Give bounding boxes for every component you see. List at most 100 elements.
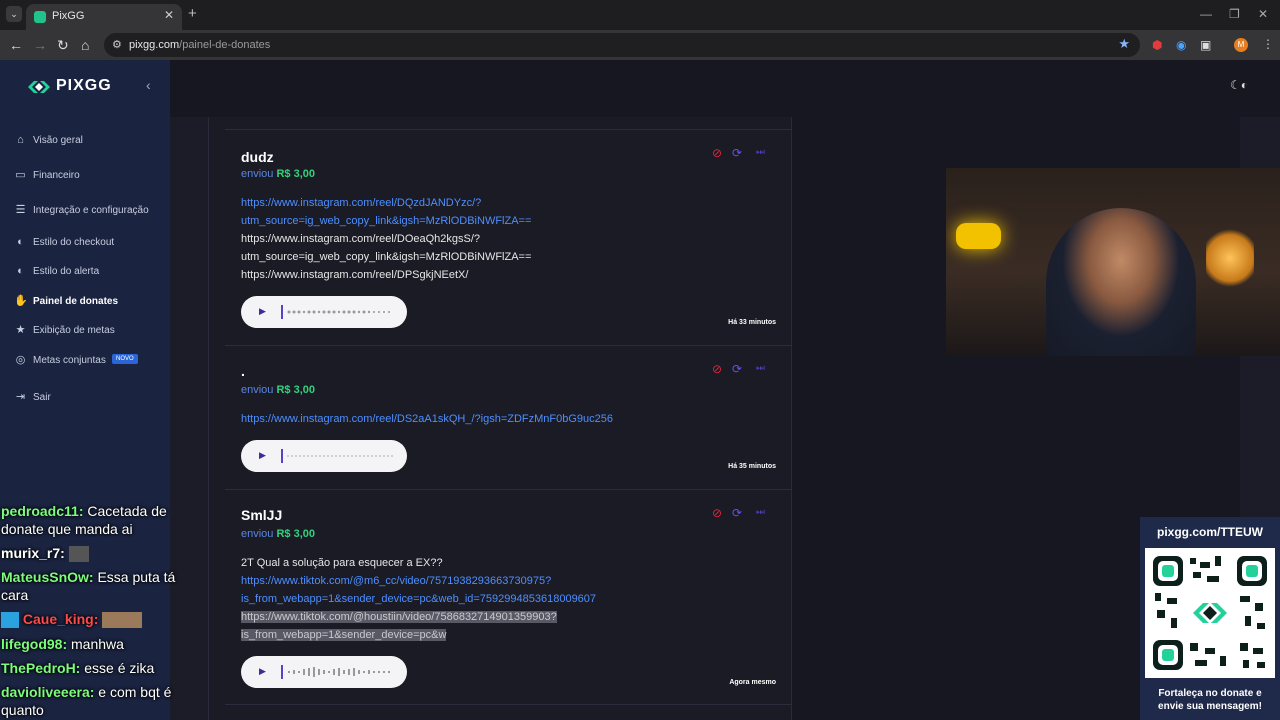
sidebar-item-visao-geral[interactable]: ⌂ Visão geral [14,131,164,151]
cta-line: envie sua mensagem! [1158,701,1262,712]
browser-tab[interactable]: PixGG ✕ [26,4,182,30]
sidebar-item-sair[interactable]: ⇥ Sair [14,388,164,408]
donor-name: SmlJJ [241,507,283,523]
badge-icon [1,612,19,629]
donation-amount-line: enviou R$ 3,00 [241,168,316,180]
home-button[interactable]: ⌂ [81,37,89,53]
audio-player[interactable]: ▶ [241,656,407,688]
qr-code-icon [1153,556,1267,670]
page: PIXGG ‹ ⌂ Visão geral ▭ Financeiro ☰ Int… [0,60,1280,720]
browser-menu-icon[interactable]: ⋮ [1262,37,1274,51]
logout-icon: ⇥ [15,391,26,403]
pixgg-logo-icon [28,81,50,93]
sidebar-item-integracao[interactable]: ☰ Integração e configuração [14,201,164,221]
sidebar-item-metas-conjuntas[interactable]: ◎ Metas conjuntas NOVO [14,351,164,371]
main-content: ☾◐ dudz enviou R$ 3,00 ⊘ ⟳ ⏭ https://www… [170,60,1280,720]
close-icon[interactable]: ✕ [164,8,174,22]
donate-hand-icon: ✋ [14,295,28,307]
message-selected-text[interactable]: is_from_webapp=1&sender_device=pc&w [241,629,447,641]
sidebar-item-financeiro[interactable]: ▭ Financeiro [14,166,164,186]
lamp-icon [956,223,1001,249]
qr-donate-widget: pixgg.com/TTEUW Fortaleça no donate e en… [1140,517,1280,720]
lamp-icon [1206,228,1254,288]
site-info-icon[interactable]: ⚙ [112,38,122,51]
sidebar-item-painel-donates[interactable]: ✋ Painel de donates [14,292,164,312]
extension-icon[interactable]: ◉ [1176,38,1186,52]
audio-player[interactable]: ▶ [241,440,407,472]
message-text: 2T Qual a solução para esquecer a EX?? [241,557,443,569]
play-icon[interactable]: ▶ [259,450,266,461]
settings-icon: ☰ [15,204,26,216]
audio-player[interactable]: ▶ [241,296,407,328]
url-text: pixgg.com/painel-de-donates [129,39,271,51]
donation-amount-line: enviou R$ 3,00 [241,528,316,540]
waveform[interactable] [281,665,393,679]
message-link[interactable]: is_from_webapp=1&sender_device=pc&web_id… [241,593,596,605]
donor-name: . [241,363,245,379]
skip-icon[interactable]: ⏭ [756,362,765,376]
replay-icon[interactable]: ⟳ [732,146,742,160]
message-link[interactable]: https://www.instagram.com/reel/DQzdJANDY… [241,197,481,209]
reload-button[interactable]: ↻ [57,37,69,53]
donation-card: . enviou R$ 3,00 ⊘ ⟳ ⏭ https://www.insta… [225,345,792,489]
palette-icon: ◐ [17,236,24,248]
message-link[interactable]: https://www.instagram.com/reel/DS2aA1skQ… [241,413,613,425]
new-badge: NOVO [112,354,138,364]
minimize-button[interactable]: — [1200,7,1212,21]
emote-icon [68,546,89,563]
waveform[interactable] [281,449,393,463]
donation-card [225,704,792,720]
play-icon[interactable]: ▶ [259,306,266,317]
extension-icon[interactable]: ⬢ [1152,38,1162,52]
donation-actions: ⊘ ⟳ ⏭ [712,506,774,520]
emote-icon [102,612,143,629]
target-icon: ◎ [15,354,26,366]
profile-avatar[interactable]: M [1234,38,1248,52]
restore-button[interactable]: ❐ [1229,7,1240,21]
message-link[interactable]: https://www.tiktok.com/@m6_cc/video/7571… [241,575,551,587]
webcam-overlay [946,168,1280,356]
donation-time: Há 35 minutos [728,463,776,470]
tab-title: PixGG [52,10,85,22]
forward-button[interactable]: → [33,37,47,53]
sidebar-item-exibicao-metas[interactable]: ★ Exibição de metas [14,321,164,341]
message-text: https://www.instagram.com/reel/DPSgkjNEe… [241,269,469,281]
play-icon[interactable]: ▶ [259,666,266,677]
message-selected-text[interactable]: https://www.tiktok.com/@houstiin/video/7… [241,611,557,623]
close-window-button[interactable]: ✕ [1258,7,1268,21]
chat-message: quanto [1,702,44,718]
block-icon[interactable]: ⊘ [712,362,722,376]
theme-toggle-icon[interactable]: ☾◐ [1230,78,1248,92]
address-bar[interactable]: ⚙ pixgg.com/painel-de-donates ★ [104,33,1140,57]
replay-icon[interactable]: ⟳ [732,362,742,376]
browser-toolbar: ← → ↻ ⌂ ⚙ pixgg.com/painel-de-donates ★ … [0,30,1280,60]
donation-actions: ⊘ ⟳ ⏭ [712,146,774,160]
waveform[interactable] [281,305,393,319]
bookmark-star-icon[interactable]: ★ [1118,36,1130,52]
back-button[interactable]: ← [9,37,23,53]
extensions-puzzle-icon[interactable]: ▣ [1200,38,1211,52]
sidebar-item-estilo-alerta[interactable]: ◐ Estilo do alerta [14,262,164,282]
chat-message: lifegod98: manhwa [1,636,124,652]
skip-icon[interactable]: ⏭ [756,506,765,520]
chat-message: donate que manda ai [1,521,133,537]
donor-name: dudz [241,149,274,165]
block-icon[interactable]: ⊘ [712,146,722,160]
skip-icon[interactable]: ⏭ [756,146,765,160]
message-text: utm_source=ig_web_copy_link&igsh=MzRlODB… [241,251,532,263]
collapse-sidebar-icon[interactable]: ‹ [146,77,151,93]
chat-message: cara [1,587,29,603]
qr-code[interactable] [1145,548,1275,678]
donation-time: Há 33 minutos [728,319,776,326]
gutter [170,117,208,720]
donation-time: Agora mesmo [729,679,776,686]
new-tab-button[interactable]: + [188,5,197,22]
message-link[interactable]: utm_source=ig_web_copy_link&igsh=MzRlODB… [241,215,531,227]
sidebar-item-estilo-checkout[interactable]: ◐ Estilo do checkout [14,233,164,253]
tab-search-button[interactable]: ⌄ [6,6,22,22]
donate-url: pixgg.com/TTEUW [1157,525,1263,539]
block-icon[interactable]: ⊘ [712,506,722,520]
replay-icon[interactable]: ⟳ [732,506,742,520]
home-icon: ⌂ [17,134,24,146]
donations-feed: dudz enviou R$ 3,00 ⊘ ⟳ ⏭ https://www.in… [208,117,792,720]
